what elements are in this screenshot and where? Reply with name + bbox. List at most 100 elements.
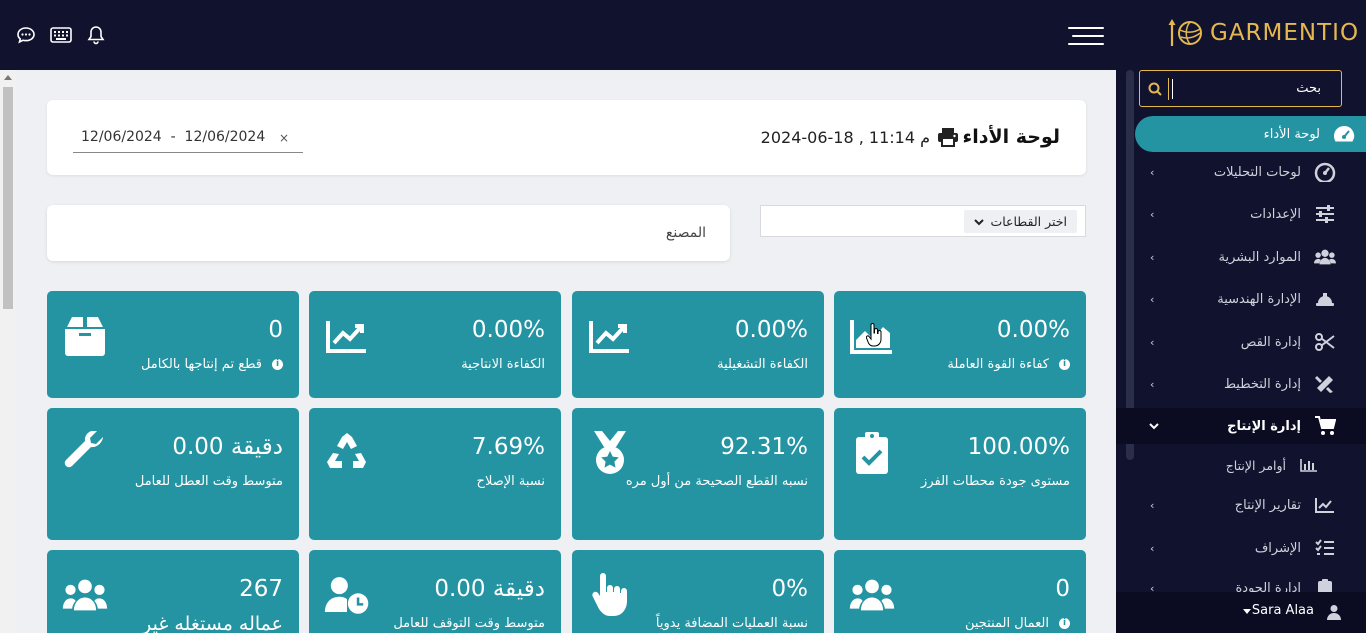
- chevron-left-icon: ‹: [1150, 541, 1155, 555]
- box-icon: [62, 313, 108, 359]
- dashboard-icon: [1333, 123, 1355, 145]
- sidebar-item-settings[interactable]: ‹ الإعدادات: [1116, 196, 1366, 232]
- sector-select[interactable]: اختر القطاعات: [964, 210, 1077, 233]
- chat-icon[interactable]: [15, 25, 37, 45]
- kpi-card-unused-labor: 267 عماله مستغله غير: [47, 550, 299, 633]
- bell-icon[interactable]: [85, 25, 107, 45]
- sidebar-item-label: إدارة الإنتاج: [1227, 418, 1301, 434]
- wrench-icon: [62, 430, 108, 476]
- brand-logo[interactable]: GARMENTIO: [1166, 16, 1359, 50]
- ruler-pencil-icon: [1314, 373, 1336, 395]
- date-range-picker[interactable]: 12/06/2024 - 12/06/2024 ×: [73, 122, 303, 153]
- chevron-left-icon: ‹: [1150, 207, 1155, 221]
- dashboard-header-card: لوحة الأداء 2024-06-18 , 11:14 م 12/06/2…: [47, 100, 1086, 175]
- chevron-left-icon: ‹: [1150, 250, 1155, 264]
- kpi-card-completed-pieces: 0 قطع تم إنتاجها بالكامل i: [47, 291, 299, 398]
- sidebar-item-label: الموارد البشرية: [1218, 249, 1301, 265]
- chart-line-icon: [1314, 494, 1336, 516]
- brand-name: GARMENTIO: [1210, 20, 1360, 46]
- chart-line-icon: [587, 313, 633, 359]
- kpi-label-text: العمال المنتجين: [964, 616, 1049, 631]
- user-menu[interactable]: Sara Alaa: [1116, 592, 1366, 633]
- medal-icon: [587, 430, 633, 476]
- users-icon: [1314, 246, 1336, 268]
- sidebar-item-label: الإدارة الهندسية: [1217, 291, 1301, 307]
- sidebar-item-production-reports[interactable]: ‹ تقارير الإنتاج: [1116, 487, 1366, 523]
- sidebar-item-planning[interactable]: ‹ إدارة التخطيط: [1116, 366, 1366, 402]
- kpi-card-avg-downtime: 0.00 دقيقة متوسط وقت التوقف للعامل: [309, 550, 561, 633]
- kpi-card-production-efficiency: 0.00% الكفاءة الانتاجية: [309, 291, 561, 398]
- bar-chart-icon: [1300, 457, 1318, 476]
- caret-down-icon: [1243, 609, 1251, 614]
- user-name: Sara Alaa: [1251, 603, 1314, 618]
- sidebar-item-label: تقارير الإنتاج: [1234, 497, 1301, 513]
- scrollbar-thumb[interactable]: [3, 87, 13, 309]
- top-bar: GARMENTIO: [0, 0, 1366, 70]
- sidebar-item-label: إدارة القص: [1240, 334, 1301, 350]
- scissors-icon: [1314, 331, 1336, 353]
- kpi-value: 0: [268, 317, 283, 343]
- info-icon[interactable]: i: [1059, 359, 1070, 370]
- main-scrollbar[interactable]: [0, 70, 16, 633]
- hamburger-menu-button[interactable]: [1068, 27, 1104, 45]
- sector-select-label: اختر القطاعات: [990, 214, 1067, 229]
- info-icon[interactable]: i: [272, 359, 283, 370]
- kpi-value: 0.00%: [734, 317, 808, 343]
- sidebar-subitem-production-orders[interactable]: أوامر الإنتاج: [1116, 450, 1366, 480]
- kpi-value: 267: [239, 576, 283, 602]
- info-icon[interactable]: i: [1059, 618, 1070, 629]
- sidebar-item-production[interactable]: إدارة الإنتاج: [1116, 408, 1366, 444]
- sidebar-item-hr[interactable]: ‹ الموارد البشرية: [1116, 239, 1366, 275]
- sidebar-item-analytics[interactable]: ‹ لوحات التحليلات: [1116, 154, 1366, 190]
- chevron-down-icon: [974, 218, 985, 225]
- kpi-card-first-pass-rate: 92.31% نسبه القطع الصحيحة من أول مره: [572, 408, 824, 540]
- hand-pointer-icon: [587, 572, 633, 618]
- kpi-value: 0.00%: [471, 317, 545, 343]
- chevron-left-icon: ‹: [1150, 165, 1155, 179]
- users-icon: [849, 572, 895, 618]
- user-clock-icon: [324, 572, 370, 618]
- factory-label: المصنع: [665, 225, 706, 241]
- sidebar-item-dashboard[interactable]: لوحة الأداء: [1135, 116, 1366, 152]
- sidebar-item-cutting[interactable]: ‹ إدارة القص: [1116, 324, 1366, 360]
- users-icon: [62, 572, 108, 618]
- keyboard-icon[interactable]: [50, 25, 72, 45]
- search-input[interactable]: بحث: [1296, 81, 1321, 96]
- chevron-left-icon: ‹: [1150, 335, 1155, 349]
- cart-icon: [1314, 415, 1336, 437]
- kpi-value: 0.00 دقيقة: [172, 434, 283, 460]
- kpi-value: 92.31%: [720, 434, 808, 460]
- sliders-icon: [1314, 203, 1336, 225]
- kpi-label-text: قطع تم إنتاجها بالكامل: [140, 357, 262, 372]
- sidebar-item-label: الإعدادات: [1250, 206, 1301, 222]
- kpi-label-text: كفاءة القوة العاملة: [947, 357, 1049, 372]
- sidebar-item-supervision[interactable]: ‹ الإشراف: [1116, 530, 1366, 566]
- kpi-value: 100.00%: [967, 434, 1070, 460]
- kpi-card-avg-breakdown-time: 0.00 دقيقة متوسط وقت العطل للعامل: [47, 408, 299, 540]
- print-icon[interactable]: [937, 127, 959, 151]
- sidebar-item-engineering[interactable]: ‹ الإدارة الهندسية: [1116, 281, 1366, 317]
- chevron-down-icon: [1149, 420, 1159, 433]
- kpi-card-repair-rate: 7.69% نسبة الإصلاح: [309, 408, 561, 540]
- kpi-card-productive-workers: 0 العمال المنتجين i: [834, 550, 1086, 633]
- gauge-icon: [1314, 161, 1336, 183]
- text-caret: [1172, 79, 1173, 99]
- chart-line-icon: [324, 313, 370, 359]
- hand-cursor-icon: [865, 323, 884, 351]
- current-datetime: 2024-06-18 , 11:14 م: [760, 128, 930, 147]
- scroll-up-arrow-icon[interactable]: [4, 75, 12, 80]
- search-icon[interactable]: [1148, 81, 1162, 100]
- sidebar-item-label: الإشراف: [1254, 540, 1301, 556]
- sidebar-item-label: لوحات التحليلات: [1213, 164, 1301, 180]
- kpi-value: 0.00%: [996, 317, 1070, 343]
- kpi-card-operational-efficiency: 0.00% الكفاءة التشغيلية: [572, 291, 824, 398]
- kpi-value: 0: [1055, 576, 1070, 602]
- globe-needle-icon: [1168, 19, 1202, 46]
- sidebar-search[interactable]: بحث: [1139, 70, 1342, 107]
- chevron-left-icon: ‹: [1150, 498, 1155, 512]
- factory-filter[interactable]: المصنع: [47, 205, 730, 261]
- kpi-value: 0%: [771, 576, 809, 602]
- chevron-left-icon: ‹: [1150, 377, 1155, 391]
- search-separator: [1168, 78, 1169, 100]
- clear-date-button[interactable]: ×: [279, 131, 289, 145]
